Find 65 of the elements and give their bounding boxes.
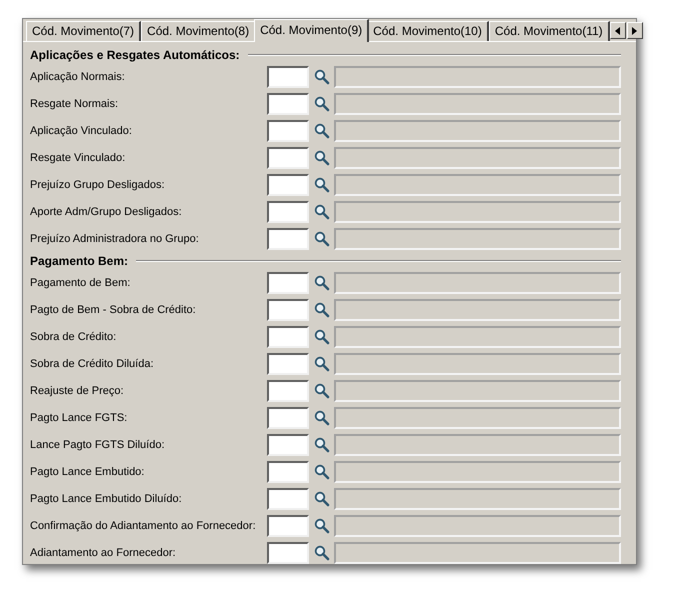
code-field[interactable]: [267, 120, 309, 142]
code-field[interactable]: [267, 352, 309, 374]
search-icon[interactable]: [314, 436, 330, 452]
search-icon[interactable]: [314, 274, 330, 290]
field-label: Pagto Lance FGTS:: [30, 412, 128, 424]
tab[interactable]: Cód. Movimento(11): [488, 21, 610, 41]
search-icon[interactable]: [314, 204, 330, 220]
field-label: Reajuste de Preço:: [30, 384, 125, 396]
field-label: Lance Pagto FGTS Diluído:: [30, 438, 166, 450]
search-icon[interactable]: [314, 230, 330, 246]
section-heading: Pagamento Bem:: [30, 254, 128, 268]
field-label: Pagto Lance Embutido Diluído:: [30, 492, 183, 504]
tab[interactable]: Cód. Movimento(9): [254, 19, 370, 42]
code-field[interactable]: [267, 298, 309, 320]
field-label: Pagto de Bem - Sobra de Crédito:: [30, 304, 197, 316]
scroll-right-button[interactable]: [626, 22, 643, 39]
tab[interactable]: Cód. Movimento(8): [141, 21, 256, 41]
field-label: Adiantamento ao Fornecedor:: [30, 546, 177, 558]
field-label: Resgate Normais:: [30, 98, 120, 110]
code-field[interactable]: [267, 406, 309, 428]
code-field[interactable]: [267, 200, 309, 222]
field-label: Aplicação Vinculado:: [30, 124, 133, 136]
field-label: Resgate Vinculado:: [30, 152, 126, 164]
search-icon[interactable]: [314, 518, 330, 534]
code-field[interactable]: [267, 272, 309, 294]
search-icon[interactable]: [314, 464, 330, 480]
code-field[interactable]: [267, 146, 309, 168]
field-label: Aplicação Normais:: [30, 70, 126, 82]
search-icon[interactable]: [314, 356, 330, 372]
code-field[interactable]: [267, 326, 309, 348]
scroll-left-button[interactable]: [610, 22, 626, 39]
code-field[interactable]: [267, 66, 309, 88]
field-label: Pagto Lance Embutido:: [30, 466, 146, 478]
search-icon[interactable]: [314, 176, 330, 192]
code-field[interactable]: [267, 434, 309, 456]
code-field[interactable]: [267, 228, 309, 250]
field-label: Aporte Adm/Grupo Desligados:: [30, 206, 183, 218]
field-label: Sobra de Crédito Diluída:: [30, 358, 155, 370]
field-label: Prejuízo Grupo Desligados:: [30, 178, 166, 190]
tab[interactable]: Cód. Movimento(10): [367, 21, 489, 41]
section-heading: Aplicações e Resgates Automáticos:: [30, 48, 240, 62]
search-icon[interactable]: [314, 68, 330, 84]
search-icon[interactable]: [314, 302, 330, 318]
code-field[interactable]: [267, 460, 309, 482]
search-icon[interactable]: [314, 382, 330, 398]
code-field[interactable]: [267, 542, 309, 564]
search-icon[interactable]: [314, 150, 330, 166]
search-icon[interactable]: [314, 328, 330, 344]
code-field[interactable]: [267, 174, 309, 196]
field-label: Pagamento de Bem:: [30, 276, 132, 288]
right-triangle-icon: [632, 26, 638, 34]
code-field[interactable]: [267, 514, 309, 536]
search-icon[interactable]: [314, 96, 330, 112]
search-icon[interactable]: [314, 490, 330, 506]
field-label: Prejuízo Administradora no Grupo:: [30, 232, 200, 244]
field-label: Sobra de Crédito:: [30, 330, 118, 342]
tab[interactable]: Cód. Movimento(7): [26, 21, 142, 41]
search-icon[interactable]: [314, 122, 330, 138]
code-field[interactable]: [267, 92, 309, 114]
field-label: Confirmação do Adiantamento ao Fornecedor:: [30, 520, 257, 532]
search-icon[interactable]: [314, 544, 330, 560]
code-field[interactable]: [267, 380, 309, 402]
search-icon[interactable]: [314, 410, 330, 426]
code-field[interactable]: [267, 488, 309, 510]
left-triangle-icon: [615, 26, 620, 34]
